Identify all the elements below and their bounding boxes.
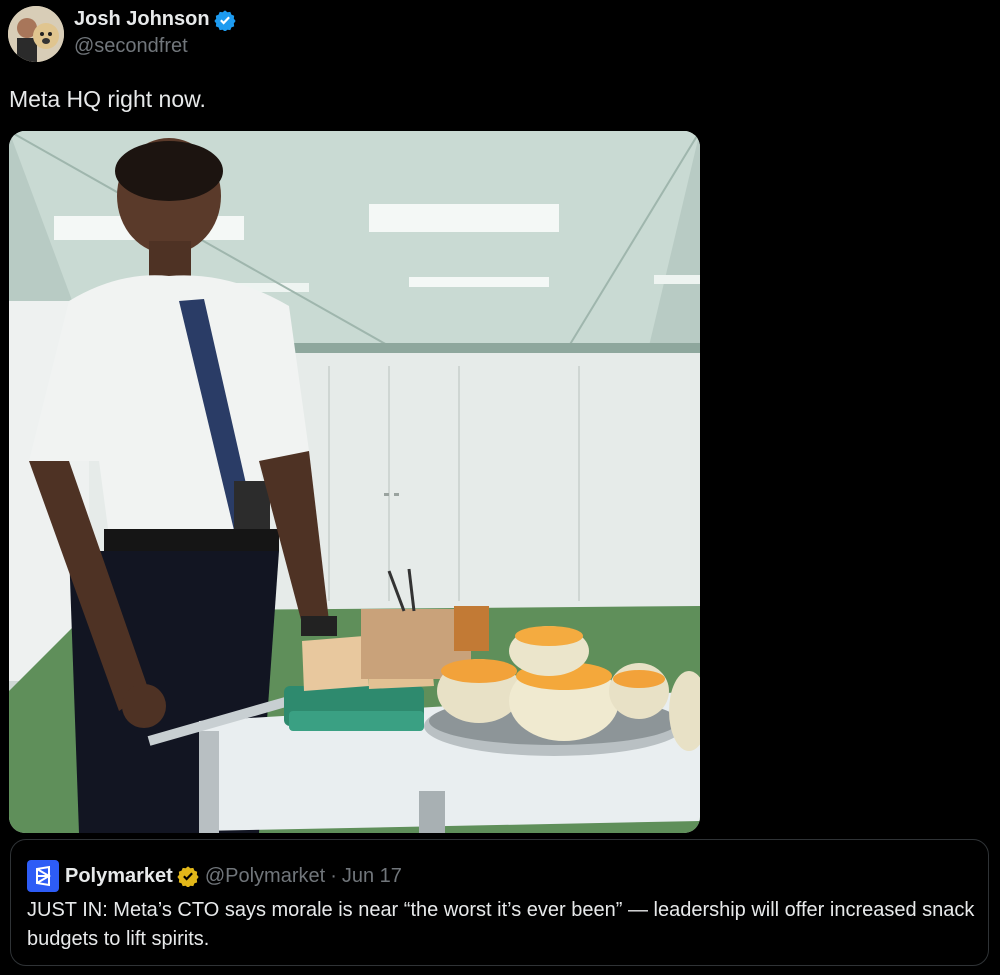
quoted-tweet-text: JUST IN: Meta’s CTO says morale is near … bbox=[27, 899, 975, 950]
verified-badge-icon bbox=[213, 9, 236, 31]
gold-verified-badge-icon bbox=[177, 866, 199, 887]
quoted-tweet-date[interactable]: Jun 17 bbox=[342, 865, 402, 888]
quoted-author-handle[interactable]: @Polymarket bbox=[205, 865, 325, 888]
quoted-tweet-header: Polymarket @Polymarket · Jun 17 bbox=[27, 860, 402, 892]
author-handle[interactable]: @secondfret bbox=[74, 35, 236, 58]
avatar-image bbox=[8, 6, 64, 62]
photo-icon bbox=[9, 131, 700, 833]
tweet-text: Meta HQ right now. bbox=[9, 86, 206, 112]
author-display-name[interactable]: Josh Johnson bbox=[74, 8, 210, 31]
quoted-author-name[interactable]: Polymarket bbox=[65, 865, 173, 888]
separator-dot: · bbox=[330, 864, 337, 887]
quoted-tweet-card[interactable]: Polymarket @Polymarket · Jun 17 JUST IN:… bbox=[10, 839, 989, 966]
author-avatar[interactable] bbox=[8, 6, 64, 62]
tweet-photo[interactable] bbox=[9, 131, 700, 833]
polymarket-logo-icon[interactable] bbox=[27, 860, 59, 892]
tweet-header: Josh Johnson @secondfret bbox=[8, 6, 236, 62]
